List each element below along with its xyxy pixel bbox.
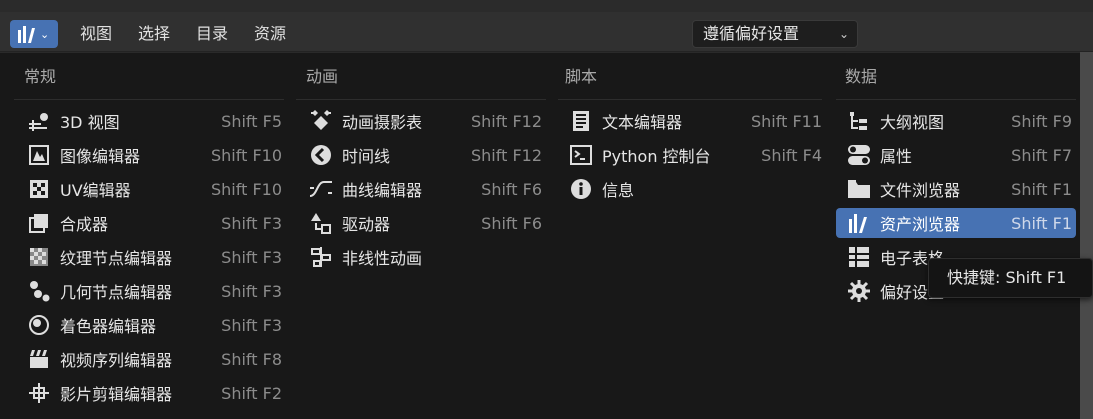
header-bar: ⌄ 视图 选择 目录 资源 遵循偏好设置 ⌄ xyxy=(0,12,1093,52)
shortcut-tooltip: 快捷键: Shift F1 xyxy=(928,258,1093,298)
menu-assets[interactable]: 资源 xyxy=(254,22,286,46)
asset-browser-icon xyxy=(16,24,38,44)
column-heading-animation: 动画 xyxy=(306,67,339,86)
column-heading-general: 常规 xyxy=(24,67,57,86)
menu-item-geometry-node-editor[interactable]: 几何节点编辑器 Shift F3 xyxy=(26,276,282,306)
menu-item-3d-viewport[interactable]: 3D 视图 Shift F5 xyxy=(26,106,282,136)
menu-item-asset-browser[interactable]: 资产浏览器 Shift F1 xyxy=(836,208,1076,238)
shader-editor-icon xyxy=(26,312,52,338)
python-console-icon xyxy=(568,142,594,168)
menu-item-dope-sheet[interactable]: 动画摄影表 Shift F12 xyxy=(308,106,542,136)
chevron-down-icon: ⌄ xyxy=(40,27,50,41)
nla-icon xyxy=(308,244,334,270)
menu-item-text-editor[interactable]: 文本编辑器 Shift F11 xyxy=(568,106,822,136)
menu-item-video-sequencer[interactable]: 视频序列编辑器 Shift F8 xyxy=(26,344,282,374)
editor-type-button[interactable]: ⌄ xyxy=(10,20,58,48)
menu-item-info[interactable]: 信息 xyxy=(568,174,822,204)
menu-view[interactable]: 视图 xyxy=(80,22,112,46)
menu-item-drivers[interactable]: 驱动器 Shift F6 xyxy=(308,208,542,238)
outliner-icon xyxy=(846,108,872,134)
preference-select[interactable]: 遵循偏好设置 ⌄ xyxy=(692,20,858,48)
menu-item-timeline[interactable]: 时间线 Shift F12 xyxy=(308,140,542,170)
menu-item-properties[interactable]: 属性 Shift F7 xyxy=(846,140,1072,170)
menu-item-nla[interactable]: 非线性动画 xyxy=(308,242,542,272)
viewport-edge xyxy=(1080,52,1093,419)
menu-item-texture-node-editor[interactable]: 纹理节点编辑器 Shift F3 xyxy=(26,242,282,272)
menu-item-movie-clip-editor[interactable]: 影片剪辑编辑器 Shift F2 xyxy=(26,378,282,408)
menu-item-compositor[interactable]: 合成器 Shift F3 xyxy=(26,208,282,238)
menu-item-python-console[interactable]: Python 控制台 Shift F4 xyxy=(568,140,822,170)
menu-item-file-browser[interactable]: 文件浏览器 Shift F1 xyxy=(846,174,1072,204)
divider xyxy=(296,99,546,100)
preference-select-value: 遵循偏好设置 xyxy=(703,24,800,43)
drivers-icon xyxy=(308,210,334,236)
editor-type-menu: 常规 动画 脚本 数据 3D 视图 Shift F5 图像编辑器 Shift F… xyxy=(0,52,1080,419)
gear-icon xyxy=(846,278,872,304)
menu-item-shader-editor[interactable]: 着色器编辑器 Shift F3 xyxy=(26,310,282,340)
properties-icon xyxy=(846,142,872,168)
menu-item-outliner[interactable]: 大纲视图 Shift F9 xyxy=(846,106,1072,136)
texture-node-icon xyxy=(26,244,52,270)
asset-browser-icon xyxy=(846,210,872,236)
3d-viewport-icon xyxy=(26,108,52,134)
dope-sheet-icon xyxy=(308,108,334,134)
folder-icon xyxy=(846,176,872,202)
chevron-down-icon: ⌄ xyxy=(838,27,849,41)
divider xyxy=(558,99,822,100)
image-editor-icon xyxy=(26,142,52,168)
geometry-node-icon xyxy=(26,278,52,304)
menu-select[interactable]: 选择 xyxy=(138,22,170,46)
divider xyxy=(836,99,1076,100)
menu-item-image-editor[interactable]: 图像编辑器 Shift F10 xyxy=(26,140,282,170)
video-sequencer-icon xyxy=(26,346,52,372)
info-icon xyxy=(568,176,594,202)
movie-clip-icon xyxy=(26,380,52,406)
graph-editor-icon xyxy=(308,176,334,202)
text-editor-icon xyxy=(568,108,594,134)
column-heading-data: 数据 xyxy=(845,67,878,86)
compositor-icon xyxy=(26,210,52,236)
menu-item-uv-editor[interactable]: UV编辑器 Shift F10 xyxy=(26,174,282,204)
uv-editor-icon xyxy=(26,176,52,202)
divider xyxy=(14,99,284,100)
spreadsheet-icon xyxy=(846,244,872,270)
menu-item-graph-editor[interactable]: 曲线编辑器 Shift F6 xyxy=(308,174,542,204)
menu-catalog[interactable]: 目录 xyxy=(196,22,228,46)
column-heading-scripting: 脚本 xyxy=(565,67,598,86)
timeline-icon xyxy=(308,142,334,168)
